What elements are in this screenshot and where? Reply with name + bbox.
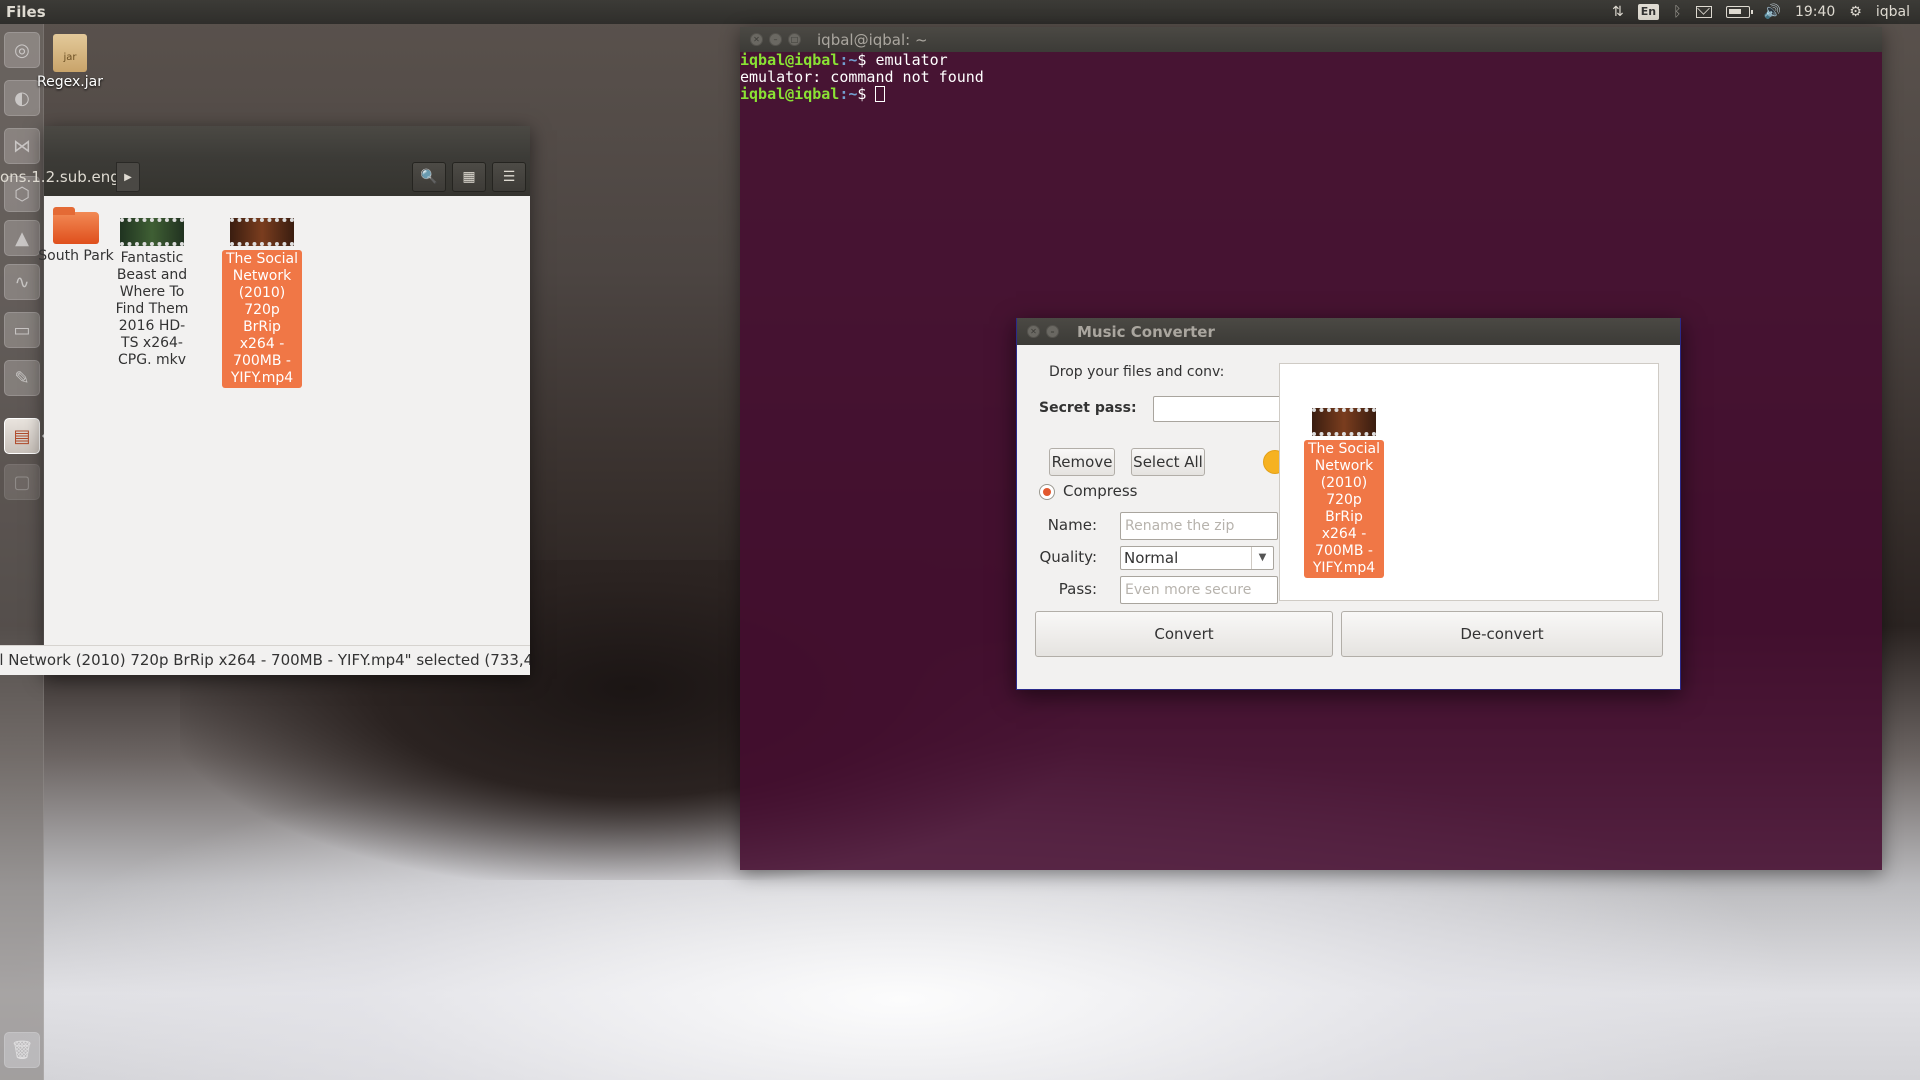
files-icon[interactable]: ▤: [4, 418, 40, 454]
battery-icon[interactable]: [1725, 6, 1753, 18]
file-label: South Park: [38, 248, 114, 264]
terminal-icon[interactable]: ▭: [4, 312, 40, 348]
desktop-file-regex-jar[interactable]: jar Regex.jar: [30, 34, 110, 90]
minimize-icon[interactable]: –: [769, 33, 782, 46]
video-thumbnail-icon: [1312, 408, 1376, 436]
terminal-cursor: [875, 86, 886, 102]
terminal-line: iqbal@iqbal:~$ emulator: [740, 52, 1882, 69]
trash-icon[interactable]: 🗑: [4, 1032, 40, 1068]
minimize-icon[interactable]: –: [1046, 325, 1059, 338]
folder-icon: [53, 207, 99, 244]
zip-name-input[interactable]: Rename the zip: [1120, 512, 1278, 540]
editor-icon[interactable]: ⋈: [4, 128, 40, 164]
terminal-titlebar[interactable]: ✕ – □ iqbal@iqbal: ~: [740, 27, 1882, 52]
active-app-name: Files: [6, 3, 46, 21]
terminal-command: $: [857, 85, 876, 103]
user-name[interactable]: iqbal: [1876, 3, 1910, 21]
volume-icon[interactable]: 🔊: [1764, 3, 1781, 21]
terminal-title: iqbal@iqbal: ~: [817, 30, 928, 49]
secret-pass-input[interactable]: [1153, 396, 1287, 422]
bluetooth-icon[interactable]: ᛒ: [1673, 3, 1681, 21]
terminal-output: emulator: command not found: [740, 68, 984, 86]
inkscape-icon[interactable]: ✎: [4, 360, 40, 396]
search-icon: 🔍: [420, 169, 438, 185]
prompt-user: iqbal@iqbal: [740, 85, 840, 103]
maximize-icon[interactable]: □: [788, 33, 801, 46]
files-titlebar[interactable]: [44, 126, 530, 158]
indicator-area: ⇅ En ᛒ 🔊 19:40 ⚙ iqbal: [1612, 3, 1920, 21]
quality-select[interactable]: Normal ▼: [1120, 546, 1274, 570]
android-studio-icon[interactable]: ▲: [4, 220, 40, 256]
status-bar: ial Network (2010) 720p BrRip x264 - 700…: [0, 645, 530, 675]
gear-icon[interactable]: ⚙: [1849, 3, 1862, 21]
breadcrumb-label: ons.1.2.sub.eng: [0, 168, 120, 186]
deconvert-button[interactable]: De-convert: [1341, 611, 1663, 657]
file-label: Fantastic Beast and Where To Find Them 2…: [115, 250, 189, 368]
file-item-fantastic-beast[interactable]: Fantastic Beast and Where To Find Them 2…: [112, 218, 192, 369]
compress-label[interactable]: Compress: [1063, 482, 1137, 500]
prompt-path: :~: [839, 51, 858, 69]
terminal-body[interactable]: iqbal@iqbal:~$ emulator emulator: comman…: [740, 52, 1882, 103]
prompt-path: :~: [839, 85, 858, 103]
breadcrumb-forward-button[interactable]: ▶: [116, 162, 140, 192]
battery-fill: [1728, 9, 1741, 14]
view-grid-button[interactable]: ▦: [452, 162, 486, 192]
select-all-button[interactable]: Select All: [1131, 448, 1205, 476]
network-icon[interactable]: ⇅: [1612, 3, 1624, 21]
breadcrumb[interactable]: ons.1.2.sub.eng: [0, 162, 130, 192]
remove-button[interactable]: Remove: [1049, 448, 1115, 476]
clock[interactable]: 19:40: [1795, 3, 1835, 21]
pass-input[interactable]: Even more secure: [1120, 576, 1278, 604]
menu-button[interactable]: ☰: [492, 162, 526, 192]
compress-radio[interactable]: [1039, 484, 1055, 500]
files-tools: 🔍 ▦ ☰: [412, 162, 526, 192]
window-title: Music Converter: [1077, 322, 1215, 341]
files-window: ons.1.2.sub.eng ▶ 🔍 ▦ ☰ South Park Fanta…: [0, 126, 530, 675]
prompt-user: iqbal@iqbal: [740, 51, 840, 69]
file-item-social-network[interactable]: The Social Network (2010) 720p BrRip x26…: [222, 218, 302, 388]
convert-button[interactable]: Convert: [1035, 611, 1333, 657]
secret-pass-label: Secret pass:: [1039, 400, 1137, 416]
jar-file-icon: jar: [53, 34, 87, 72]
name-label: Name:: [1047, 516, 1097, 534]
files-toolbar: ons.1.2.sub.eng ▶ 🔍 ▦ ☰: [0, 158, 530, 196]
music-converter-titlebar[interactable]: ✕ – Music Converter: [1017, 318, 1680, 345]
pass-label: Pass:: [1058, 580, 1097, 598]
quality-label: Quality:: [1039, 548, 1097, 566]
music-converter-window: ✕ – Music Converter Drop your files and …: [1016, 318, 1681, 690]
file-label-selected: The Social Network (2010) 720p BrRip x26…: [222, 250, 302, 388]
top-panel: Files ⇅ En ᛒ 🔊 19:40 ⚙ iqbal: [0, 0, 1920, 24]
video-thumbnail-icon: [120, 218, 184, 246]
dropped-file-item[interactable]: The Social Network (2010) 720p BrRip x26…: [1304, 408, 1384, 578]
window-icon[interactable]: ▢: [4, 464, 40, 500]
terminal-line: emulator: command not found: [740, 69, 1882, 86]
hamburger-icon: ☰: [502, 169, 516, 185]
search-button[interactable]: 🔍: [412, 162, 446, 192]
status-text: ial Network (2010) 720p BrRip x264 - 700…: [0, 651, 530, 669]
file-label-selected: The Social Network (2010) 720p BrRip x26…: [1304, 440, 1384, 578]
keyboard-layout-indicator[interactable]: En: [1637, 4, 1660, 20]
close-icon[interactable]: ✕: [750, 33, 763, 46]
close-icon[interactable]: ✕: [1027, 325, 1040, 338]
file-item-south-park[interactable]: South Park: [36, 207, 116, 265]
terminal-line: iqbal@iqbal:~$: [740, 86, 1882, 103]
terminal-command: $ emulator: [857, 51, 948, 69]
video-thumbnail-icon: [230, 218, 294, 246]
drop-hint: Drop your files and conv:: [1049, 364, 1225, 380]
grid-icon: ▦: [462, 169, 476, 185]
system-monitor-icon[interactable]: ∿: [4, 264, 40, 300]
files-content: South Park Fantastic Beast and Where To …: [38, 196, 530, 645]
chevron-down-icon[interactable]: ▼: [1251, 547, 1273, 569]
desktop-file-label: Regex.jar: [37, 74, 103, 90]
file-drop-area[interactable]: The Social Network (2010) 720p BrRip x26…: [1279, 363, 1659, 601]
mail-icon[interactable]: [1695, 6, 1712, 18]
quality-value: Normal: [1124, 549, 1179, 567]
